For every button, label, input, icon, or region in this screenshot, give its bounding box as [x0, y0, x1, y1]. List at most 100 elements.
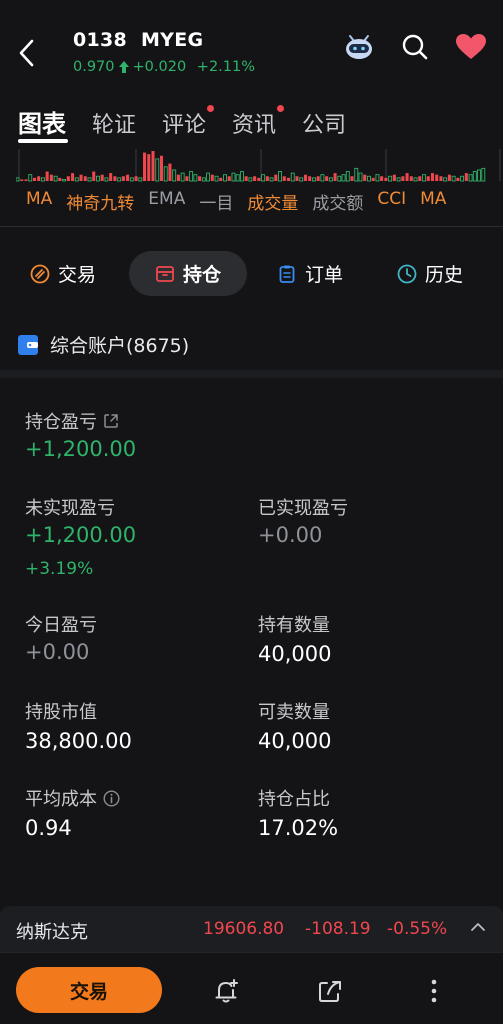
volume-bar	[248, 177, 253, 182]
indicator-cci[interactable]: CCI	[377, 189, 406, 214]
favorite-button[interactable]	[455, 33, 487, 61]
volume-bar	[345, 171, 350, 182]
volume-bar	[138, 177, 143, 182]
volume-bar	[299, 177, 304, 182]
volume-bar	[95, 175, 100, 182]
volume-bar	[83, 176, 87, 181]
index-value: 19606.80	[203, 919, 285, 939]
price-alert-button[interactable]	[212, 977, 240, 1005]
indicator-ichimoku[interactable]: 一目	[199, 189, 233, 214]
volume-bar	[244, 176, 248, 181]
volume-bar	[74, 177, 79, 182]
volume-bar	[430, 173, 434, 181]
avg-cost-label[interactable]: 平均成本	[25, 785, 120, 811]
volume-bar	[201, 177, 206, 182]
indicator-ma[interactable]: MA	[26, 189, 52, 214]
tab-comments[interactable]: 评论	[162, 105, 215, 139]
search-button[interactable]	[401, 33, 429, 61]
share-button[interactable]	[316, 977, 344, 1005]
volume-bar	[413, 177, 418, 182]
volume-bar	[210, 174, 214, 181]
realized-pnl-value: +0.00	[258, 523, 323, 547]
tab-company[interactable]: 公司	[302, 107, 346, 139]
share-icon	[319, 981, 341, 1002]
volume-bar	[134, 176, 138, 181]
tab-warrants[interactable]: 轮证	[92, 107, 136, 139]
header-actions	[343, 32, 487, 62]
index-name: 纳斯达克	[16, 922, 88, 943]
indicator-magic-nine[interactable]: 神奇九转	[66, 189, 134, 214]
search-icon	[402, 34, 428, 60]
volume-bar	[227, 176, 231, 181]
segment-trade[interactable]: 交易	[30, 251, 96, 296]
volume-bar	[350, 176, 354, 181]
volume-bar	[422, 174, 426, 182]
robot-assistant-button[interactable]	[343, 32, 375, 62]
realized-pnl-label: 已实现盈亏	[258, 498, 348, 519]
volume-bar	[172, 169, 177, 182]
volume-bar	[193, 174, 198, 182]
volume-bar	[117, 177, 122, 182]
expand-index-button[interactable]	[470, 920, 486, 934]
volume-bar	[388, 175, 393, 182]
more-vertical-icon	[431, 979, 437, 1003]
volume-bar	[253, 176, 257, 181]
stock-change: +0.020	[132, 59, 187, 75]
volume-bar	[62, 178, 67, 182]
unread-dot	[277, 105, 285, 112]
unrealized-pnl-pct: +3.19%	[25, 559, 94, 579]
volume-bar	[384, 177, 388, 181]
more-button[interactable]	[424, 976, 444, 1006]
volume-bar	[49, 174, 53, 181]
pnl-value: +1,200.00	[25, 437, 137, 461]
position-ratio-label: 持仓占比	[258, 789, 330, 810]
volume-bar	[472, 171, 477, 182]
detail-tabs: 图表 轮证 评论 资讯 公司	[18, 104, 372, 139]
volume-bar	[37, 176, 41, 181]
segment-positions[interactable]: 持仓	[129, 251, 248, 296]
divider	[0, 226, 503, 227]
volume-bar	[328, 177, 333, 182]
volume-bar	[235, 174, 240, 182]
segment-history[interactable]: 历史	[397, 251, 463, 296]
account-selector[interactable]: 综合账户(8675)	[18, 331, 189, 358]
wallet-icon	[18, 334, 38, 355]
volume-bar	[189, 171, 194, 182]
indicator-turnover[interactable]: 成交额	[312, 189, 363, 214]
volume-bar	[257, 177, 261, 181]
volume-bar	[32, 177, 36, 181]
volume-bar	[28, 174, 33, 182]
volume-bar	[278, 171, 282, 182]
index-change-pct: -0.55%	[387, 919, 448, 939]
volume-chart[interactable]	[16, 149, 503, 183]
position-ratio-value: 17.02%	[258, 816, 339, 840]
trade-button[interactable]: 交易	[16, 967, 162, 1013]
volume-bar	[223, 174, 227, 182]
indicator-ema[interactable]: EMA	[148, 189, 185, 214]
volume-bar	[456, 177, 460, 181]
volume-bar	[20, 179, 24, 181]
volume-bar	[168, 163, 172, 181]
stock-name: MYEG	[140, 29, 204, 51]
volume-bar	[163, 166, 168, 182]
clock-icon	[397, 264, 417, 283]
pnl-label[interactable]: 持仓盈亏	[25, 408, 119, 434]
volume-bar	[451, 175, 456, 182]
sellable-qty-label: 可卖数量	[258, 702, 330, 723]
indicator-selector: MA 神奇九转 EMA 一目 成交量 成交额 CCI MA	[26, 189, 503, 214]
volume-bar	[409, 176, 413, 181]
volume-bar	[198, 176, 202, 181]
tab-news[interactable]: 资讯	[232, 105, 285, 139]
section-divider	[0, 370, 503, 378]
tab-chart[interactable]: 图表	[18, 104, 66, 139]
back-button[interactable]	[14, 36, 40, 70]
share-external-icon	[104, 414, 118, 428]
volume-bar	[121, 176, 125, 181]
indicator-volume[interactable]: 成交量	[247, 189, 298, 214]
indicator-ma-2[interactable]: MA	[420, 189, 446, 214]
chevron-left-icon	[19, 39, 34, 67]
chevron-up-icon	[471, 923, 485, 931]
volume-bar	[129, 177, 134, 182]
volume-bar	[53, 175, 58, 182]
segment-orders[interactable]: 订单	[277, 251, 343, 296]
